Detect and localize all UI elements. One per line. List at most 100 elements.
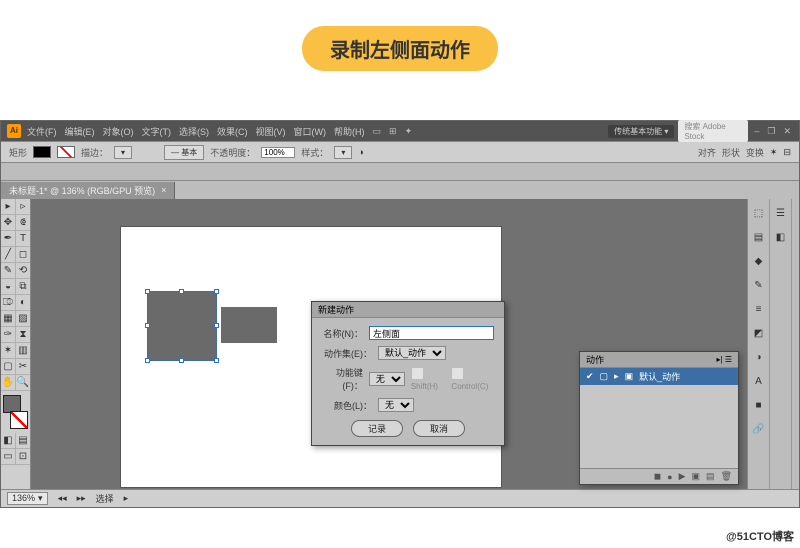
gradient-mode-icon[interactable]: ▤	[16, 433, 30, 449]
new-set-icon[interactable]: ▣	[692, 471, 701, 482]
tool-zoom[interactable]: 🔍	[16, 375, 30, 391]
handle-icon[interactable]	[179, 289, 184, 294]
tool-slice[interactable]: ✂	[16, 359, 30, 375]
action-set-entry[interactable]: ✔ ▢ ▸ ▣ 默认_动作	[580, 368, 738, 385]
toggle-icon[interactable]: ✔	[586, 371, 594, 382]
brush-profile[interactable]: — 基本	[164, 145, 204, 160]
fkey-select[interactable]: 无	[369, 372, 405, 386]
link-transform[interactable]: 变换	[746, 146, 764, 159]
tool-perspective[interactable]: ◐	[16, 295, 30, 311]
nav-next-icon[interactable]: ▸▸	[77, 493, 86, 504]
menu-help[interactable]: 帮助(H)	[332, 125, 367, 138]
dock-symbols-icon[interactable]: ✎	[751, 277, 767, 293]
tool-pen[interactable]: ✒	[1, 231, 16, 247]
menu-view[interactable]: 视图(V)	[254, 125, 288, 138]
workspace-switcher[interactable]: 传统基本功能 ▾	[608, 125, 674, 138]
window-minimize-icon[interactable]: –	[752, 126, 761, 136]
fill-stroke-control[interactable]	[3, 395, 28, 429]
tool-line[interactable]: ╱	[1, 247, 16, 263]
close-tab-icon[interactable]: ×	[161, 185, 166, 195]
menu-effect[interactable]: 效果(C)	[215, 125, 250, 138]
tool-selection[interactable]: ▸	[1, 199, 16, 215]
cancel-button[interactable]: 取消	[413, 420, 465, 437]
opacity-input[interactable]	[261, 147, 295, 158]
tool-rectangle[interactable]: ◻	[16, 247, 30, 263]
panel-menu-icon[interactable]: ▸| ☰	[717, 355, 733, 364]
tool-blend[interactable]: ⧗	[16, 327, 30, 343]
color-select[interactable]: 无	[378, 398, 414, 412]
dock-swatches-icon[interactable]: ▤	[751, 229, 767, 245]
dock-brushes-icon[interactable]: ◆	[751, 253, 767, 269]
shape-background-rect[interactable]	[221, 307, 277, 343]
tool-graph[interactable]: ▥	[16, 343, 30, 359]
dock-transparency-icon[interactable]: ◑	[751, 349, 767, 365]
dock-properties-icon[interactable]: ☰	[773, 205, 789, 221]
dock-stroke-icon[interactable]: ≡	[751, 301, 767, 317]
handle-icon[interactable]	[214, 323, 219, 328]
tool-shape-builder[interactable]: ⎄	[1, 295, 16, 311]
tool-symbol[interactable]: ✶	[1, 343, 16, 359]
handle-icon[interactable]	[145, 358, 150, 363]
new-action-icon[interactable]: ▤	[706, 471, 715, 482]
nav-prev-icon[interactable]: ◂◂	[58, 493, 67, 504]
handle-icon[interactable]	[145, 289, 150, 294]
tool-direct-selection[interactable]: ▹	[16, 199, 30, 215]
tool-lasso[interactable]: ⟃	[16, 215, 30, 231]
dock-graphic-styles-icon[interactable]: ■	[751, 397, 767, 413]
window-restore-icon[interactable]: ❐	[765, 126, 777, 137]
stock-search[interactable]: 搜索 Adobe Stock	[678, 120, 748, 142]
menu-edit[interactable]: 编辑(E)	[63, 125, 97, 138]
bridge-icon[interactable]: ▭	[371, 126, 384, 137]
tool-eyedropper[interactable]: ✑	[1, 327, 16, 343]
expand-icon[interactable]: ▸	[614, 371, 619, 382]
link-shape[interactable]: 形状	[722, 146, 740, 159]
tool-scale[interactable]: ◒	[1, 279, 16, 295]
recolor-icon[interactable]: ◑	[358, 147, 363, 157]
tool-hand[interactable]: ✋	[1, 375, 16, 391]
window-close-icon[interactable]: ✕	[781, 126, 793, 137]
action-set-select[interactable]: 默认_动作	[378, 346, 446, 360]
tool-type[interactable]: T	[16, 231, 30, 247]
tool-artboard[interactable]: ▢	[1, 359, 16, 375]
arrange-icon[interactable]: ⊞	[387, 126, 399, 137]
handle-icon[interactable]	[214, 358, 219, 363]
tool-magic-wand[interactable]: ✥	[1, 215, 16, 231]
zoom-level[interactable]: 136%▾	[7, 492, 48, 505]
fill-swatch[interactable]	[33, 146, 51, 158]
menu-type[interactable]: 文字(T)	[140, 125, 174, 138]
dock-color-icon[interactable]: ⬚	[751, 205, 767, 221]
stroke-color-icon[interactable]	[10, 411, 28, 429]
link-align[interactable]: 对齐	[698, 146, 716, 159]
isolate-icon[interactable]: ✶	[770, 147, 778, 158]
screen-mode-icon[interactable]: ▭	[1, 449, 16, 465]
tool-brush[interactable]: ✎	[1, 263, 16, 279]
trash-icon[interactable]: 🗑	[721, 471, 732, 482]
menu-object[interactable]: 对象(O)	[101, 125, 136, 138]
play-icon[interactable]: ▶	[679, 471, 686, 482]
style-select[interactable]: ▾	[334, 146, 352, 159]
tool-free-transform[interactable]: ⧉	[16, 279, 30, 295]
dock-layers-icon[interactable]: ◧	[773, 229, 789, 245]
tool-gradient[interactable]: ▨	[16, 311, 30, 327]
stop-icon[interactable]: ◼	[654, 471, 661, 482]
menu-window[interactable]: 窗口(W)	[292, 125, 329, 138]
handle-icon[interactable]	[214, 289, 219, 294]
handle-icon[interactable]	[145, 323, 150, 328]
record-icon[interactable]: ●	[667, 472, 672, 482]
dialog-toggle-icon[interactable]: ▢	[600, 371, 609, 382]
stroke-weight-select[interactable]: ▾	[114, 146, 132, 159]
gpu-icon[interactable]: ✦	[403, 126, 415, 137]
menu-file[interactable]: 文件(F)	[25, 125, 59, 138]
tool-mesh[interactable]: ▦	[1, 311, 16, 327]
draw-mode-icon[interactable]: ⊡	[16, 449, 30, 465]
dock-gradient-icon[interactable]: ◩	[751, 325, 767, 341]
dock-appearance-icon[interactable]: A	[751, 373, 767, 389]
selected-square[interactable]	[147, 291, 217, 361]
menu-select[interactable]: 选择(S)	[177, 125, 211, 138]
color-mode-icon[interactable]: ◧	[1, 433, 16, 449]
document-tab[interactable]: 未标题-1* @ 136% (RGB/GPU 预览) ×	[1, 182, 175, 199]
more-icon[interactable]: ⊟	[783, 147, 791, 158]
dock-link-icon[interactable]: 🔗	[751, 421, 767, 437]
tool-rotate[interactable]: ⟲	[16, 263, 30, 279]
action-name-input[interactable]	[369, 326, 494, 340]
